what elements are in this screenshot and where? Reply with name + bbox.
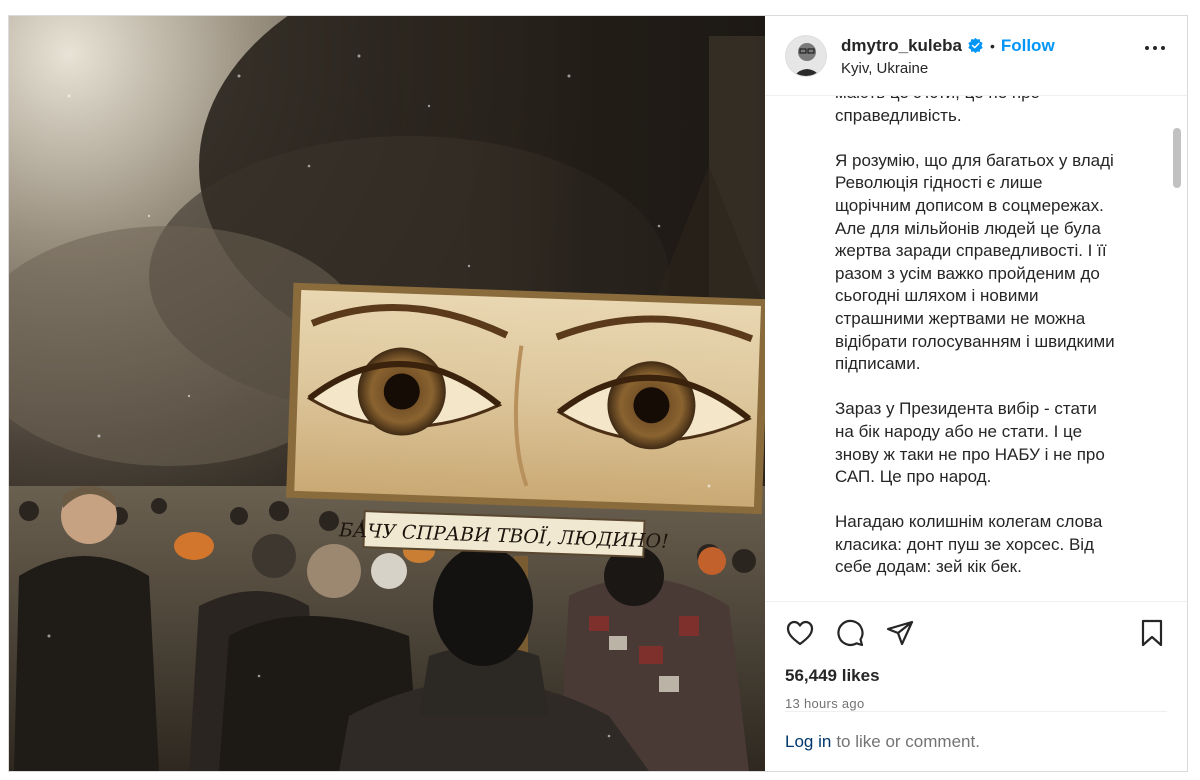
heart-icon[interactable]: [785, 618, 815, 648]
post-sidebar: dmytro_kuleba • Follow Kyiv, Ukraine маю…: [765, 16, 1187, 771]
username-link[interactable]: dmytro_kuleba: [841, 35, 962, 57]
header-text: dmytro_kuleba • Follow Kyiv, Ukraine: [841, 35, 1055, 77]
login-link[interactable]: Log in: [785, 732, 831, 752]
post-image[interactable]: БАЧУ СПРАВИ ТВОЇ, ЛЮДИНО!: [9, 16, 765, 771]
caption-paragraph: Я розумію, що для багатьох у владі Револ…: [835, 150, 1115, 374]
caption-scrollbar[interactable]: [1173, 128, 1181, 188]
protest-photo: БАЧУ СПРАВИ ТВОЇ, ЛЮДИНО!: [9, 16, 765, 771]
avatar[interactable]: [785, 34, 827, 77]
follow-button[interactable]: Follow: [1001, 35, 1055, 57]
login-suffix: to like or comment.: [836, 731, 980, 751]
comment-icon[interactable]: [835, 618, 865, 648]
separator-dot: •: [989, 37, 995, 54]
caption-paragraph: мають це з'їсти, це не про справедливіст…: [835, 96, 1040, 125]
share-icon[interactable]: [885, 618, 915, 648]
avatar-image: [786, 35, 826, 76]
caption-paragraph: Зараз у Президента вибір - стати на бік …: [835, 399, 1105, 487]
caption-scroll-area[interactable]: мають це з'їсти, це не про справедливіст…: [765, 96, 1187, 601]
location-link[interactable]: Kyiv, Ukraine: [841, 60, 1055, 77]
bookmark-icon[interactable]: [1137, 618, 1167, 648]
caption-text: мають це з'їсти, це не про справедливіст…: [835, 96, 1155, 601]
post-timestamp[interactable]: 13 hours ago: [785, 696, 1167, 711]
more-options-icon[interactable]: [1145, 46, 1165, 50]
likes-count[interactable]: 56,449 likes: [785, 666, 1167, 686]
post-header: dmytro_kuleba • Follow Kyiv, Ukraine: [765, 16, 1187, 96]
user-row: dmytro_kuleba • Follow: [841, 35, 1055, 57]
actions-section: 56,449 likes 13 hours ago Log in to like…: [765, 601, 1187, 771]
login-prompt: Log in to like or comment.: [785, 711, 1167, 771]
instagram-post: БАЧУ СПРАВИ ТВОЇ, ЛЮДИНО! dmytro_kuleba …: [8, 15, 1188, 772]
caption-paragraph: Нагадаю колишнім колегам слова класика: …: [835, 512, 1103, 577]
verified-badge-icon: [968, 37, 983, 54]
action-icons: [785, 602, 1167, 664]
